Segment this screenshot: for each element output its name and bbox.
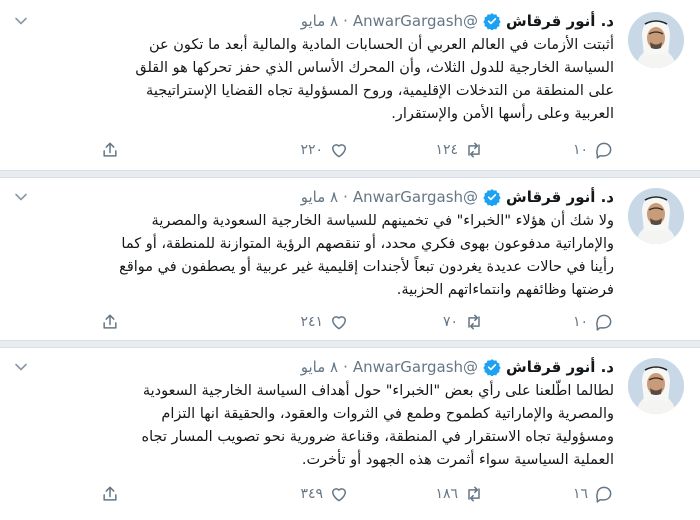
avatar[interactable] bbox=[628, 188, 684, 244]
tweet-text-line: أثبتت الأزمات في العالم العربي أن الحساب… bbox=[148, 37, 614, 53]
separator-dot: · bbox=[343, 188, 348, 206]
share-button[interactable] bbox=[100, 310, 120, 334]
reply-bubble-icon bbox=[596, 486, 612, 503]
avatar[interactable] bbox=[628, 358, 684, 414]
like-button[interactable]: ٢٤١ bbox=[300, 310, 349, 334]
tweet-text-line: فرضتها وظائفهم وانتماءاتهم الحزبية. bbox=[396, 282, 614, 298]
retweet-arrows-icon bbox=[468, 314, 480, 330]
tweet-text-line: والإماراتية مدفوعون بهوى فكري محدد، أو ت… bbox=[121, 236, 614, 252]
tweet-text-line: السياسة الخارجية للدول الثلاث، وأن المحر… bbox=[135, 60, 614, 76]
tweet-text: أثبتت الأزمات في العالم العربي أن الحساب… bbox=[34, 34, 614, 126]
tweet-text-line: ومسؤولية تجاه الاستقرار في المنطقة، وقنا… bbox=[141, 429, 615, 445]
reply-bubble-icon bbox=[596, 314, 612, 331]
tweet-text-line: العربية وعلى رأسها الأمن والإستقرار. bbox=[391, 106, 614, 122]
tweet-text-line: العملية السياسية سواء أثمرت هذه الجهود أ… bbox=[301, 452, 614, 468]
retweet-button[interactable]: ١٨٦ bbox=[435, 482, 484, 506]
share-upload-icon bbox=[103, 486, 117, 501]
tweet-separator bbox=[0, 170, 700, 178]
like-count: ٢٤١ bbox=[300, 314, 323, 330]
retweet-button[interactable]: ٧٠ bbox=[443, 310, 484, 334]
tweet-actions: ١٠ ١٢٤ ٢٢٠ bbox=[100, 138, 614, 162]
avatar[interactable] bbox=[628, 12, 684, 68]
like-button[interactable]: ٣٤٩ bbox=[300, 482, 349, 506]
tweet-text: ولا شك أن هؤلاء "الخبراء" في تخمينهم للس… bbox=[34, 210, 614, 302]
tweet[interactable]: د. أنور قرقاش @AnwarGargash · ٨ مايو أثب… bbox=[0, 0, 700, 170]
retweet-arrows-icon bbox=[468, 486, 480, 502]
tweet-date[interactable]: ٨ مايو bbox=[301, 10, 338, 32]
author-handle[interactable]: @AnwarGargash bbox=[353, 186, 478, 208]
like-button[interactable]: ٢٢٠ bbox=[300, 138, 349, 162]
tweet-separator bbox=[0, 340, 700, 348]
verified-badge-icon bbox=[483, 359, 501, 376]
tweet-text-line: على المنطقة من التدخلات الإقليمية، وروح … bbox=[146, 83, 614, 99]
chevron-down-icon[interactable] bbox=[14, 14, 28, 28]
retweet-button[interactable]: ١٢٤ bbox=[435, 138, 484, 162]
reply-button[interactable]: ١٠ bbox=[573, 138, 614, 162]
reply-count: ١٦ bbox=[572, 486, 588, 502]
author-handle[interactable]: @AnwarGargash bbox=[353, 10, 478, 32]
tweet-header: د. أنور قرقاش @AnwarGargash · ٨ مايو bbox=[301, 10, 614, 32]
retweet-count: ١٢٤ bbox=[435, 142, 458, 158]
reply-count: ١٠ bbox=[572, 314, 588, 330]
tweet-text-line: رأينا في حالات عديدة يغردون تبعاً لأجندا… bbox=[119, 259, 614, 275]
retweet-count: ٧٠ bbox=[442, 314, 458, 330]
reply-count: ١٠ bbox=[572, 142, 588, 158]
tweet-text-line: ولا شك أن هؤلاء "الخبراء" في تخمينهم للس… bbox=[151, 213, 614, 229]
retweet-count: ١٨٦ bbox=[435, 486, 458, 502]
heart-icon bbox=[332, 144, 346, 158]
author-name[interactable]: د. أنور قرقاش bbox=[506, 186, 614, 208]
tweet[interactable]: د. أنور قرقاش @AnwarGargash · ٨ مايو ولا… bbox=[0, 178, 700, 340]
separator-dot: · bbox=[343, 358, 348, 376]
tweet-text: لطالما اطّلعنا على رأي بعض "الخبراء" حول… bbox=[34, 380, 615, 472]
tweet-actions: ١٦ ١٨٦ ٣٤٩ bbox=[100, 482, 614, 506]
tweet-actions: ١٠ ٧٠ ٢٤١ bbox=[100, 310, 614, 334]
reply-bubble-icon bbox=[596, 142, 612, 159]
tweet-header: د. أنور قرقاش @AnwarGargash · ٨ مايو bbox=[301, 186, 614, 208]
tweet-text-line: لطالما اطّلعنا على رأي بعض "الخبراء" حول… bbox=[142, 383, 614, 399]
separator-dot: · bbox=[343, 12, 348, 30]
share-upload-icon bbox=[103, 314, 117, 329]
share-button[interactable] bbox=[100, 138, 120, 162]
heart-icon bbox=[332, 316, 346, 330]
tweet-text-line: والمصرية والإماراتية كطموح وطمع في الثرو… bbox=[161, 406, 614, 422]
author-name[interactable]: د. أنور قرقاش bbox=[506, 356, 614, 378]
tweet-date[interactable]: ٨ مايو bbox=[301, 356, 338, 378]
like-count: ٣٤٩ bbox=[300, 486, 323, 502]
reply-button[interactable]: ١٦ bbox=[573, 482, 614, 506]
chevron-down-icon[interactable] bbox=[14, 360, 28, 374]
verified-badge-icon bbox=[483, 189, 501, 206]
verified-badge-icon bbox=[483, 13, 501, 30]
tweet-date[interactable]: ٨ مايو bbox=[301, 186, 338, 208]
tweet[interactable]: د. أنور قرقاش @AnwarGargash · ٨ مايو لطا… bbox=[0, 348, 700, 520]
like-count: ٢٢٠ bbox=[300, 142, 323, 158]
share-upload-icon bbox=[103, 142, 117, 157]
chevron-down-icon[interactable] bbox=[14, 190, 28, 204]
heart-icon bbox=[332, 488, 346, 502]
author-handle[interactable]: @AnwarGargash bbox=[353, 356, 478, 378]
share-button[interactable] bbox=[100, 482, 120, 506]
retweet-arrows-icon bbox=[468, 142, 480, 158]
reply-button[interactable]: ١٠ bbox=[573, 310, 614, 334]
author-name[interactable]: د. أنور قرقاش bbox=[506, 10, 614, 32]
tweet-header: د. أنور قرقاش @AnwarGargash · ٨ مايو bbox=[301, 356, 614, 378]
